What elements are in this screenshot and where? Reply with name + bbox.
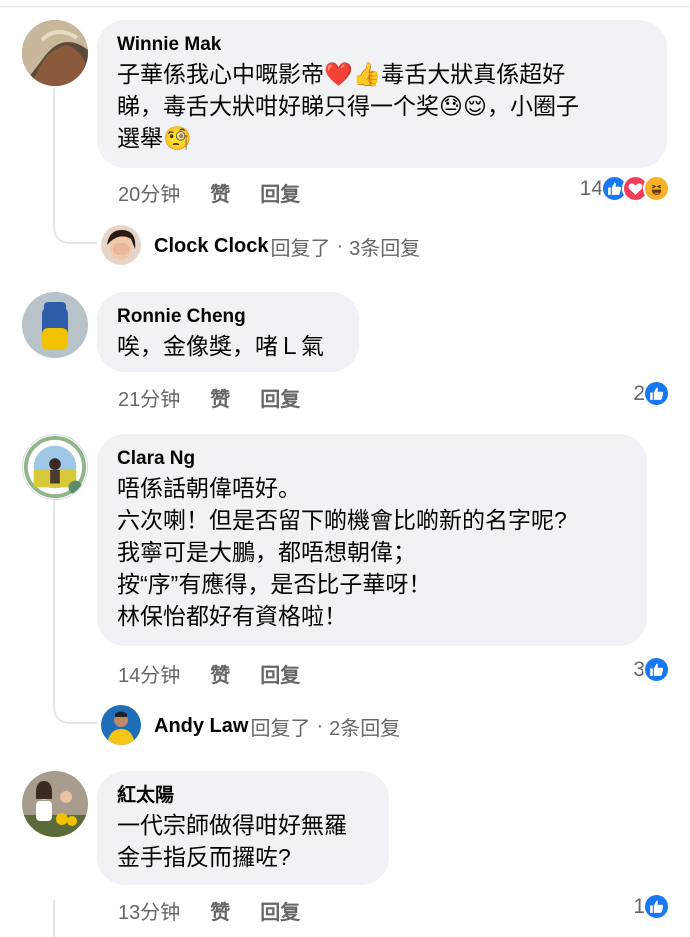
- reply-action: 回复了: [270, 238, 331, 260]
- comment-timestamp[interactable]: 21分钟: [118, 383, 180, 412]
- reactions-summary[interactable]: 14: [580, 175, 670, 202]
- comment-meta: 13分钟 赞 回复: [118, 896, 300, 925]
- view-replies-link[interactable]: Clock Clock 回复了 · 3条回复: [154, 232, 420, 261]
- comment-text-line: 子華係我心中嘅影帝❤️👍毒舌大狀真係超好: [117, 61, 566, 87]
- like-icon: [643, 656, 670, 683]
- thread-line: [53, 900, 55, 937]
- comment-author[interactable]: Ronnie Cheng: [117, 304, 339, 330]
- reply-count: 2条回复: [329, 718, 401, 740]
- reactions-summary[interactable]: 3: [633, 656, 670, 683]
- reply-count: 3条回复: [349, 238, 421, 260]
- top-divider: [0, 6, 690, 7]
- comment-text-line: 一代宗師做得咁好無羅: [117, 812, 347, 838]
- reply-button[interactable]: 回复: [260, 896, 300, 925]
- comment-meta: 21分钟 赞 回复: [118, 383, 300, 412]
- comment-text-line: 按“序”有應得，是否比子華呀！: [117, 571, 432, 597]
- comment-timestamp[interactable]: 20分钟: [118, 178, 180, 207]
- reactions-summary[interactable]: 1: [633, 893, 670, 920]
- thread-line: [53, 500, 55, 700]
- reply-button[interactable]: 回复: [260, 383, 300, 412]
- comment-bubble: Clara Ng 唔係話朝偉唔好。 六次喇！但是否留下啲機會比啲新的名字呢? 我…: [97, 434, 647, 646]
- comment-text-line: 唔係話朝偉唔好。: [117, 475, 301, 501]
- comment-timestamp[interactable]: 13分钟: [118, 896, 180, 925]
- comment-timestamp[interactable]: 14分钟: [118, 659, 180, 688]
- avatar[interactable]: [22, 771, 88, 837]
- comment-text-line: 林保怡都好有資格啦！: [117, 603, 347, 629]
- comment-bubble: Winnie Mak 子華係我心中嘅影帝❤️👍毒舌大狀真係超好 睇，毒舌大狀咁好…: [97, 20, 667, 168]
- comment-text-line: 金手指反而攞咗?: [117, 844, 291, 870]
- avatar[interactable]: [22, 434, 88, 500]
- like-button[interactable]: 赞: [210, 659, 230, 688]
- reply-author: Clock Clock: [154, 235, 269, 257]
- reply-avatar[interactable]: [101, 705, 141, 745]
- like-icon: [643, 893, 670, 920]
- reactions-summary[interactable]: 2: [633, 380, 670, 407]
- comment-bubble: 紅太陽 一代宗師做得咁好無羅 金手指反而攞咗?: [97, 771, 389, 885]
- reply-author: Andy Law: [154, 715, 249, 737]
- comment-text-line: 唉，金像獎，啫Ｌ氣: [117, 333, 324, 359]
- reaction-count: 14: [579, 176, 603, 200]
- reply-avatar[interactable]: [101, 225, 141, 265]
- like-button[interactable]: 赞: [210, 383, 230, 412]
- reply-button[interactable]: 回复: [260, 659, 300, 688]
- comment-meta: 14分钟 赞 回复: [118, 659, 300, 688]
- comment-author[interactable]: Clara Ng: [117, 446, 627, 472]
- comment-author[interactable]: 紅太陽: [117, 783, 369, 809]
- thread-line: [53, 88, 55, 220]
- comment-text-line: 我寧可是大鵬，都唔想朝偉；: [117, 539, 416, 565]
- haha-icon: [643, 175, 670, 202]
- reply-button[interactable]: 回复: [260, 178, 300, 207]
- like-button[interactable]: 赞: [210, 896, 230, 925]
- avatar[interactable]: [22, 292, 88, 358]
- comment-text-line: 六次喇！但是否留下啲機會比啲新的名字呢?: [117, 507, 567, 533]
- like-icon: [643, 380, 670, 407]
- comment-meta: 20分钟 赞 回复: [118, 178, 300, 207]
- avatar[interactable]: [22, 20, 88, 86]
- like-button[interactable]: 赞: [210, 178, 230, 207]
- comment-author[interactable]: Winnie Mak: [117, 32, 647, 58]
- comment-text-line: 選舉🧐: [117, 125, 192, 151]
- comment-text-line: 睇，毒舌大狀咁好睇只得一个奖😓😌，小圈子: [117, 93, 579, 119]
- reply-action: 回复了: [250, 718, 311, 740]
- separator-dot: ·: [336, 235, 344, 257]
- thread-connector: [53, 698, 97, 724]
- comment-bubble: Ronnie Cheng 唉，金像獎，啫Ｌ氣: [97, 292, 359, 372]
- view-replies-link[interactable]: Andy Law 回复了 · 2条回复: [154, 712, 400, 741]
- separator-dot: ·: [316, 715, 324, 737]
- thread-connector: [53, 218, 97, 244]
